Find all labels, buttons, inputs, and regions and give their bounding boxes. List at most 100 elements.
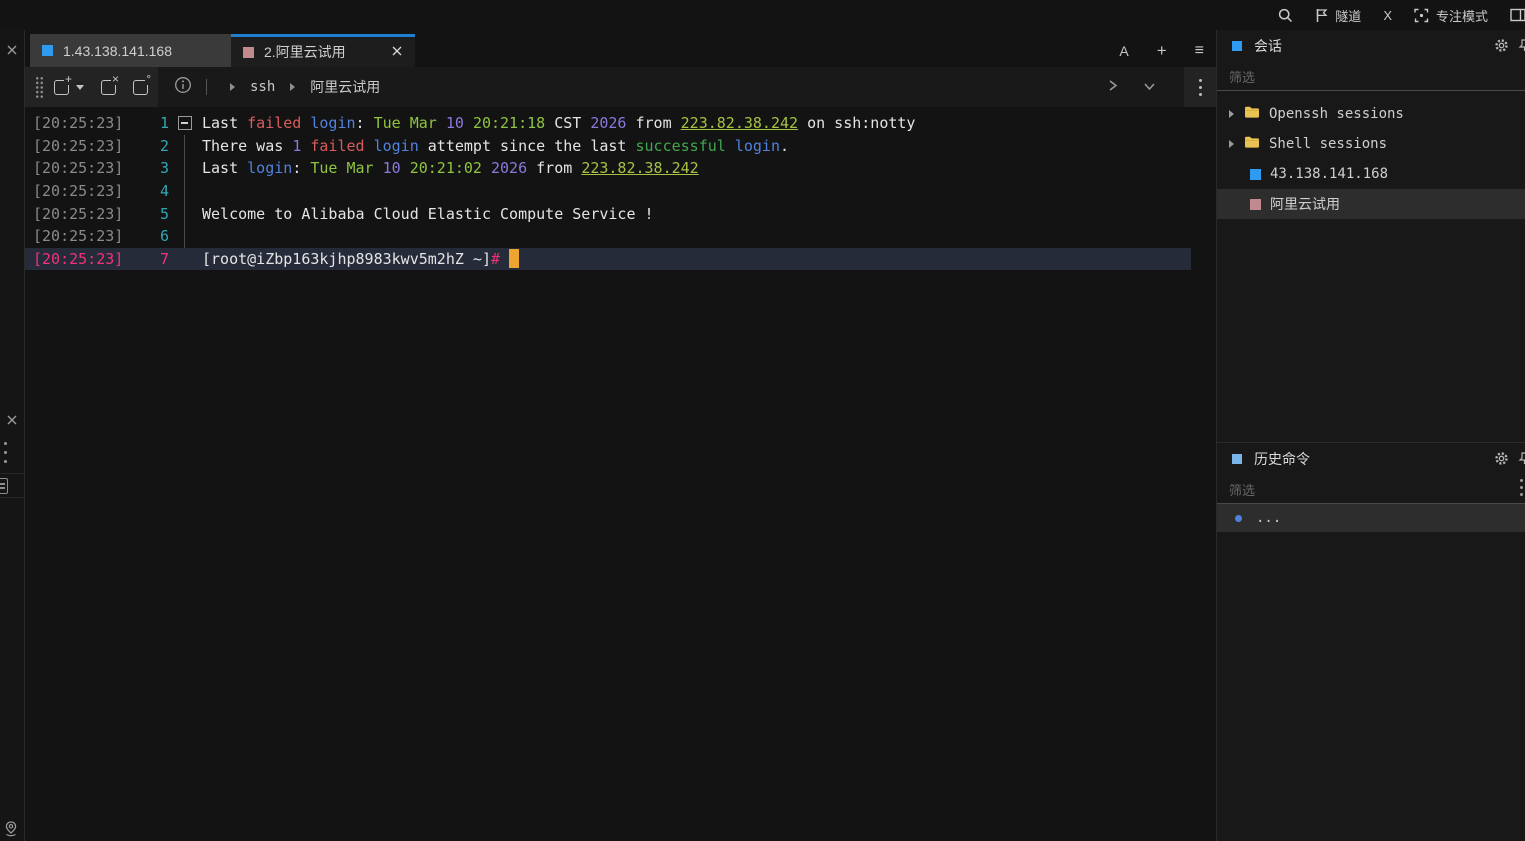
terminal-line[interactable]: [20:25:23]6 (25, 225, 1191, 248)
text-segment: from (626, 114, 680, 132)
tab-session-1[interactable]: 1.43.138.141.168 (30, 34, 231, 67)
fold-gutter (169, 135, 202, 158)
pin-panel-icon[interactable] (1517, 451, 1525, 469)
toolbar-menu-icon[interactable] (1184, 67, 1216, 107)
text-segment: on ssh:notty (798, 114, 915, 132)
expand-caret-icon[interactable] (1229, 140, 1234, 148)
tab-close-icon[interactable] (391, 44, 403, 60)
filter-menu-icon[interactable] (1520, 479, 1523, 496)
focus-mode-button[interactable]: 专注模式 (1414, 6, 1488, 25)
expand-dropdown-icon[interactable] (1143, 79, 1156, 95)
fold-marker-icon[interactable] (169, 112, 202, 135)
center-column: 1.43.138.141.168 2.阿里云试用 A + ≡ (25, 30, 1216, 841)
session-tree: Openssh sessions Shell sessions43.138.141… (1217, 91, 1525, 219)
terminal-line[interactable]: [20:25:23]2There was 1 failed login atte… (25, 135, 1191, 158)
line-number: 4 (123, 182, 169, 200)
gear-icon[interactable] (1494, 38, 1509, 56)
strip-divider (0, 473, 24, 474)
terminal[interactable]: [20:25:23]1Last failed login: Tue Mar 10… (25, 107, 1216, 841)
session-type-icon (42, 45, 53, 56)
info-icon[interactable] (174, 76, 192, 98)
text-segment: There was (202, 137, 292, 155)
terminal-text: Welcome to Alibaba Cloud Elastic Compute… (202, 205, 654, 223)
line-number: 2 (123, 137, 169, 155)
history-item[interactable]: ... (1217, 504, 1525, 532)
close-icon[interactable] (5, 43, 19, 62)
focus-icon (1414, 8, 1429, 23)
line-timestamp: [20:25:23] (33, 159, 123, 177)
toggle-panel-icon[interactable] (1510, 8, 1525, 22)
fold-gutter (169, 248, 202, 271)
text-segment (464, 114, 473, 132)
session-tree-item[interactable]: Shell sessions (1217, 129, 1525, 159)
session-tree-item[interactable]: 43.138.141.168 (1217, 159, 1525, 189)
sessions-panel: 会话 筛选 Openssh sessions Shell sessions43.1… (1217, 30, 1525, 443)
right-sidebar: 会话 筛选 Openssh sessions Shell sessions43.1… (1216, 30, 1525, 841)
history-panel-header: 历史命令 (1217, 443, 1525, 475)
chevron-down-icon[interactable] (76, 85, 84, 90)
text-segment (482, 159, 491, 177)
font-size-button[interactable]: A (1119, 43, 1128, 59)
gear-icon[interactable] (1494, 451, 1509, 469)
text-segment: 10 (383, 159, 401, 177)
terminal-text: There was 1 failed login attempt since t… (202, 137, 789, 155)
fold-gutter (169, 157, 202, 180)
line-number: 1 (123, 114, 169, 132)
fold-gutter (169, 202, 202, 225)
close-session-icon[interactable]: × (101, 80, 116, 95)
expand-caret-icon[interactable] (1229, 110, 1234, 118)
breadcrumb-session[interactable]: 阿里云试用 (310, 77, 380, 97)
session-label: Openssh sessions (1269, 106, 1404, 122)
terminal-line[interactable]: [20:25:23]5Welcome to Alibaba Cloud Elas… (25, 202, 1191, 225)
app-window: 隧道 X 专注模式 (0, 0, 1525, 841)
tab-list-button[interactable]: ≡ (1195, 42, 1204, 60)
session-type-icon (1250, 199, 1261, 210)
terminal-lines: [20:25:23]1Last failed login: Tue Mar 10… (25, 112, 1191, 270)
text-segment (365, 137, 374, 155)
terminal-line[interactable]: [20:25:23]7[root@iZbp163kjhp8983kwv5m2hZ… (25, 248, 1191, 271)
detach-session-icon[interactable]: ° (133, 80, 148, 95)
history-filter-input[interactable]: 筛选 (1217, 475, 1525, 504)
tab-label: 2.阿里云试用 (264, 42, 346, 62)
history-label: ... (1256, 510, 1281, 526)
text-segment: Last (202, 114, 247, 132)
line-timestamp: [20:25:23] (33, 250, 123, 268)
outline-panel-icon[interactable] (0, 478, 8, 494)
top-bar: 隧道 X 专注模式 (0, 0, 1525, 30)
tunnel-button[interactable]: 隧道 (1315, 6, 1361, 25)
breadcrumb-protocol[interactable]: ssh (250, 79, 275, 95)
more-options-icon[interactable] (4, 442, 7, 463)
text-segment: attempt since the last (419, 137, 636, 155)
sessions-panel-title: 会话 (1254, 36, 1282, 56)
text-segment: 223.82.38.242 (581, 159, 698, 177)
line-timestamp: [20:25:23] (33, 227, 123, 245)
x-server-button[interactable]: X (1383, 8, 1392, 23)
terminal-line[interactable]: [20:25:23]3Last login: Tue Mar 10 20:21:… (25, 157, 1191, 180)
new-tab-button[interactable]: + (1157, 41, 1167, 61)
sessions-filter-input[interactable]: 筛选 (1217, 62, 1525, 91)
close-panel-icon[interactable] (5, 413, 19, 432)
session-tree-item[interactable]: 阿里云试用 (1217, 189, 1525, 219)
terminal-line[interactable]: [20:25:23]4 (25, 180, 1191, 203)
folder-icon (1244, 135, 1260, 153)
session-tree-item[interactable]: Openssh sessions (1217, 99, 1525, 129)
breadcrumb-arrow-icon (230, 83, 235, 91)
search-icon[interactable] (1278, 8, 1293, 23)
location-pin-icon[interactable] (2, 820, 20, 841)
x-label: X (1383, 8, 1392, 23)
breadcrumb-arrow-icon (290, 83, 295, 91)
tab-label: 1.43.138.141.168 (63, 43, 172, 59)
new-session-icon[interactable]: + (54, 80, 69, 95)
run-command-icon[interactable] (1106, 79, 1119, 96)
text-segment: Last (202, 159, 247, 177)
text-segment: 223.82.38.242 (681, 114, 798, 132)
text-segment: Tue Mar (374, 114, 446, 132)
text-segment: : (356, 114, 374, 132)
pin-panel-icon[interactable] (1517, 38, 1525, 56)
drag-handle[interactable] (35, 76, 44, 98)
terminal-line[interactable]: [20:25:23]1Last failed login: Tue Mar 10… (25, 112, 1191, 135)
text-segment: . (780, 137, 789, 155)
session-type-icon (243, 47, 254, 58)
text-segment: successful (636, 137, 726, 155)
tab-session-2[interactable]: 2.阿里云试用 (231, 34, 415, 67)
